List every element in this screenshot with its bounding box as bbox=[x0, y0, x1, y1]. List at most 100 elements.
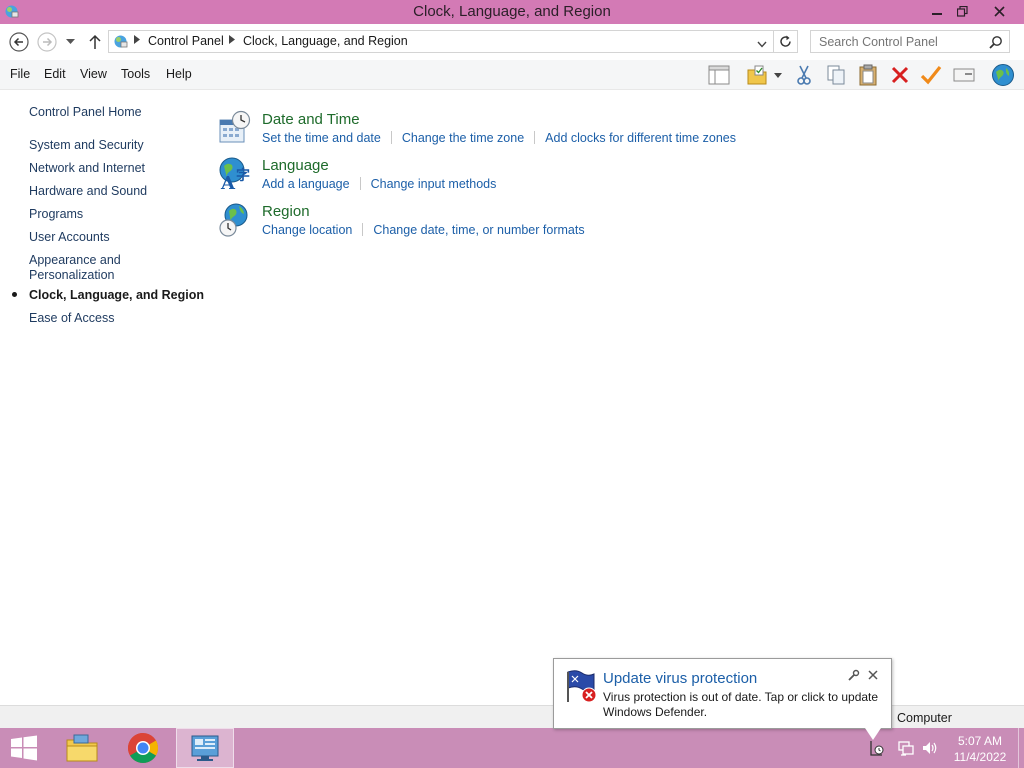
status-text: Computer bbox=[897, 711, 952, 725]
refresh-button[interactable] bbox=[774, 30, 798, 53]
notification-settings-button[interactable] bbox=[847, 668, 861, 682]
taskbar-file-explorer[interactable] bbox=[58, 728, 106, 768]
notification-body: Virus protection is out of date. Tap or … bbox=[603, 690, 879, 719]
current-item-bullet bbox=[12, 292, 17, 297]
folder-options-icon[interactable] bbox=[744, 63, 770, 87]
start-button[interactable] bbox=[6, 728, 42, 768]
breadcrumb-separator-icon[interactable] bbox=[134, 35, 140, 47]
dropdown-arrow-icon[interactable] bbox=[770, 63, 786, 87]
defender-warning-icon bbox=[564, 668, 600, 704]
properties-icon[interactable] bbox=[951, 63, 977, 87]
sidebar-item-system-and-security[interactable]: System and Security bbox=[29, 138, 144, 153]
category-links-language: Add a language Change input methods bbox=[262, 177, 496, 191]
taskbar-control-panel[interactable] bbox=[176, 728, 234, 768]
close-icon bbox=[993, 5, 1005, 17]
sidebar-item-control-panel-home[interactable]: Control Panel Home bbox=[29, 105, 142, 120]
sidebar-item-ease-of-access[interactable]: Ease of Access bbox=[29, 311, 114, 326]
recent-pages-button[interactable] bbox=[62, 31, 78, 53]
link-add-a-language[interactable]: Add a language bbox=[262, 177, 350, 191]
link-add-clocks[interactable]: Add clocks for different time zones bbox=[545, 131, 736, 145]
chevron-down-icon bbox=[65, 39, 75, 44]
up-arrow-icon bbox=[89, 34, 101, 49]
search-icon[interactable] bbox=[989, 35, 1003, 49]
forward-button[interactable] bbox=[36, 31, 58, 53]
breadcrumb-clock-language-region[interactable]: Clock, Language, and Region bbox=[243, 34, 408, 48]
sidebar-item-network-and-internet[interactable]: Network and Internet bbox=[29, 161, 145, 176]
window-title: Clock, Language, and Region bbox=[413, 3, 611, 20]
taskbar-chrome[interactable] bbox=[118, 728, 168, 768]
category-links-region: Change location Change date, time, or num… bbox=[262, 223, 585, 237]
sidebar-item-appearance-line1[interactable]: Appearance and bbox=[29, 253, 121, 268]
copy-icon[interactable] bbox=[823, 63, 849, 87]
menu-bar: File Edit View Tools Help bbox=[0, 60, 1024, 90]
breadcrumb-separator-icon[interactable] bbox=[229, 35, 235, 47]
cut-icon[interactable] bbox=[791, 63, 817, 87]
notification-title: Update virus protection bbox=[603, 670, 758, 687]
sidebar-item-programs[interactable]: Programs bbox=[29, 207, 83, 222]
menu-view[interactable]: View bbox=[80, 67, 107, 81]
menu-file[interactable]: File bbox=[10, 67, 30, 81]
notification-close-button[interactable] bbox=[866, 668, 880, 682]
sidebar-item-appearance-line2[interactable]: Personalization bbox=[29, 268, 114, 283]
file-explorer-icon bbox=[66, 734, 98, 762]
region-icon[interactable] bbox=[218, 202, 252, 238]
control-panel-icon bbox=[191, 735, 219, 761]
link-set-time-and-date[interactable]: Set the time and date bbox=[262, 131, 381, 145]
svg-text:字: 字 bbox=[236, 167, 250, 184]
minimize-icon bbox=[932, 13, 942, 15]
clock-time: 5:07 AM bbox=[957, 734, 1003, 748]
link-change-input-methods[interactable]: Change input methods bbox=[371, 177, 497, 191]
title-bar: Clock, Language, and Region bbox=[0, 0, 1024, 24]
menu-edit[interactable]: Edit bbox=[44, 67, 66, 81]
search-input[interactable] bbox=[811, 31, 986, 52]
close-button[interactable] bbox=[984, 0, 1014, 22]
wrench-icon bbox=[848, 669, 860, 681]
category-title-date-and-time[interactable]: Date and Time bbox=[262, 111, 360, 128]
link-change-time-zone[interactable]: Change the time zone bbox=[402, 131, 524, 145]
link-divider bbox=[390, 131, 392, 144]
language-icon[interactable]: A字 bbox=[218, 156, 252, 194]
menu-tools[interactable]: Tools bbox=[121, 67, 150, 81]
chevron-down-icon[interactable] bbox=[757, 37, 767, 51]
sidebar-item-user-accounts[interactable]: User Accounts bbox=[29, 230, 110, 245]
link-change-location[interactable]: Change location bbox=[262, 223, 352, 237]
svg-text:A: A bbox=[220, 173, 236, 192]
volume-icon[interactable] bbox=[921, 739, 939, 757]
menu-help[interactable]: Help bbox=[166, 67, 192, 81]
restore-icon bbox=[956, 5, 968, 17]
layout-icon[interactable] bbox=[706, 63, 732, 87]
check-icon[interactable] bbox=[918, 63, 944, 87]
close-icon bbox=[868, 670, 878, 680]
network-icon[interactable] bbox=[897, 739, 915, 757]
link-divider bbox=[534, 131, 536, 144]
clock-date: 11/4/2022 bbox=[953, 750, 1007, 764]
globe-icon[interactable] bbox=[990, 63, 1016, 87]
link-divider bbox=[359, 177, 361, 190]
forward-arrow-icon bbox=[37, 32, 57, 52]
up-button[interactable] bbox=[84, 31, 106, 53]
delete-icon[interactable] bbox=[887, 63, 913, 87]
system-clock[interactable]: 5:07 AM 11/4/2022 bbox=[946, 733, 1014, 765]
date-time-icon[interactable] bbox=[218, 110, 252, 146]
chrome-icon bbox=[127, 733, 159, 764]
back-arrow-icon bbox=[9, 32, 29, 52]
notification-pointer bbox=[865, 728, 881, 740]
breadcrumb-control-panel[interactable]: Control Panel bbox=[148, 34, 224, 48]
show-desktop-button[interactable] bbox=[1018, 728, 1024, 768]
search-box[interactable] bbox=[810, 30, 1010, 53]
action-center-icon[interactable] bbox=[868, 739, 886, 757]
paste-icon[interactable] bbox=[855, 63, 881, 87]
address-field[interactable]: Control Panel Clock, Language, and Regio… bbox=[108, 30, 774, 53]
link-change-formats[interactable]: Change date, time, or number formats bbox=[373, 223, 584, 237]
category-title-region[interactable]: Region bbox=[262, 203, 310, 220]
sidebar-item-clock-language-region[interactable]: Clock, Language, and Region bbox=[29, 288, 204, 303]
restore-button[interactable] bbox=[947, 0, 977, 22]
control-panel-icon bbox=[114, 35, 128, 48]
refresh-icon bbox=[780, 35, 791, 47]
category-links-date-and-time: Set the time and date Change the time zon… bbox=[262, 131, 736, 145]
back-button[interactable] bbox=[8, 31, 30, 53]
sidebar-item-hardware-and-sound[interactable]: Hardware and Sound bbox=[29, 184, 147, 199]
category-title-language[interactable]: Language bbox=[262, 157, 329, 174]
notification-toast[interactable]: Update virus protection Virus protection… bbox=[553, 658, 892, 740]
link-divider bbox=[362, 223, 364, 236]
